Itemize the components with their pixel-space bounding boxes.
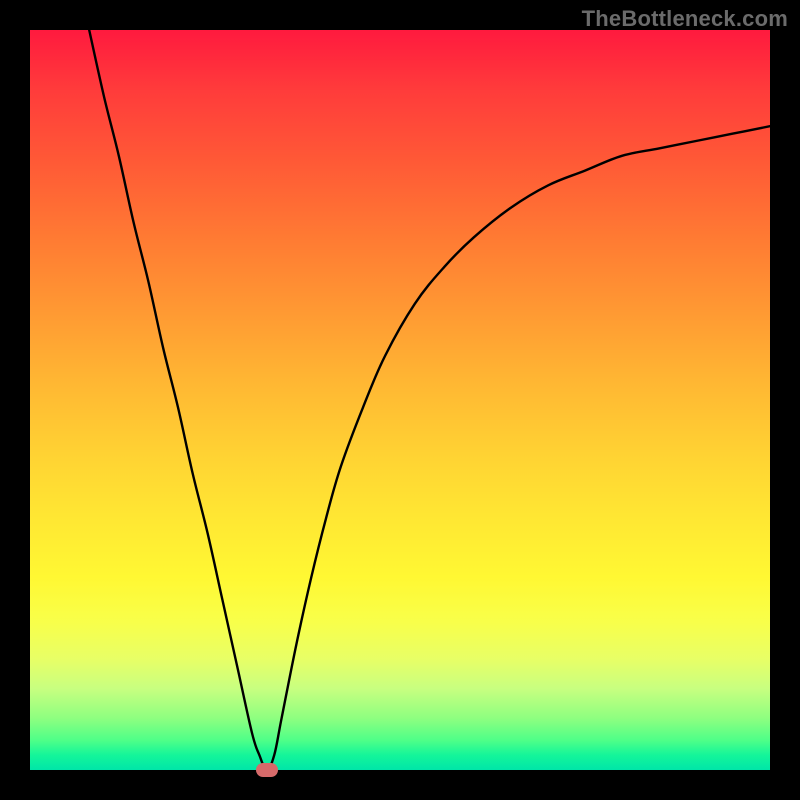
- bottleneck-curve: [89, 30, 770, 770]
- optimum-marker: [256, 763, 278, 777]
- chart-container: TheBottleneck.com: [0, 0, 800, 800]
- watermark-text: TheBottleneck.com: [582, 6, 788, 32]
- curve-svg: [30, 30, 770, 770]
- plot-area: [30, 30, 770, 770]
